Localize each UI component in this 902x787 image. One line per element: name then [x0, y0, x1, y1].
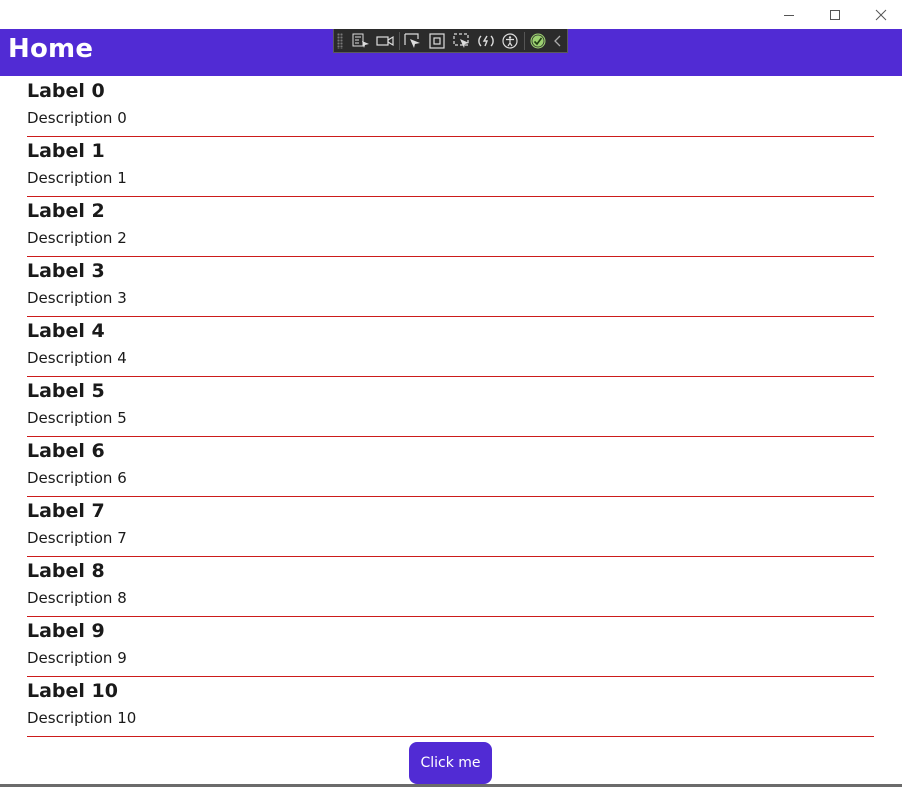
- collapse-toolbar-button[interactable]: [550, 30, 567, 52]
- item-description: Description 3: [27, 289, 127, 307]
- show-in-app-toolbar-button[interactable]: [373, 30, 397, 52]
- show-in-app-toolbar-icon: [376, 35, 394, 46]
- close-button[interactable]: [858, 0, 902, 29]
- toolbar-separator: [523, 31, 525, 50]
- accessibility-checker-button[interactable]: [498, 30, 522, 52]
- no-issues-checkmark-icon: [530, 33, 546, 48]
- list-item[interactable]: Label 9 Description 9: [27, 617, 874, 677]
- list-item[interactable]: Label 6 Description 6: [27, 437, 874, 497]
- no-issues-status-button[interactable]: [526, 30, 550, 52]
- display-layout-adorners-icon: [429, 32, 445, 49]
- item-description: Description 6: [27, 469, 127, 487]
- list-item[interactable]: Label 2 Description 2: [27, 197, 874, 257]
- item-label: Label 9: [27, 620, 105, 642]
- item-description: Description 9: [27, 649, 127, 667]
- window-titlebar: [0, 0, 902, 29]
- hot-reload-icon: [478, 35, 494, 46]
- collapse-chevron-icon: [554, 35, 561, 46]
- go-to-live-visual-tree-icon: [352, 33, 369, 48]
- go-to-live-visual-tree-button[interactable]: [349, 30, 373, 52]
- minimize-button[interactable]: [766, 0, 812, 29]
- item-label: Label 8: [27, 560, 105, 582]
- hot-reload-button[interactable]: [474, 30, 498, 52]
- accessibility-checker-icon: [502, 32, 519, 49]
- list-item[interactable]: Label 10 Description 10: [27, 677, 874, 737]
- item-label: Label 5: [27, 380, 105, 402]
- item-description: Description 4: [27, 349, 127, 367]
- track-focused-element-button[interactable]: [449, 30, 473, 52]
- item-description: Description 5: [27, 409, 127, 427]
- close-icon: [875, 9, 887, 20]
- page-title: Home: [8, 34, 94, 64]
- item-description: Description 7: [27, 529, 127, 547]
- item-label: Label 10: [27, 680, 118, 702]
- item-description: Description 10: [27, 709, 137, 727]
- item-label: Label 7: [27, 500, 105, 522]
- click-me-button[interactable]: Click me: [409, 742, 492, 784]
- item-description: Description 8: [27, 589, 127, 607]
- list-item[interactable]: Label 4 Description 4: [27, 317, 874, 377]
- list-item[interactable]: Label 7 Description 7: [27, 497, 874, 557]
- item-description: Description 2: [27, 229, 127, 247]
- maximize-icon: [830, 9, 840, 20]
- display-layout-adorners-button[interactable]: [425, 30, 449, 52]
- list-item[interactable]: Label 0 Description 0: [27, 77, 874, 137]
- item-label: Label 2: [27, 200, 105, 222]
- item-description: Description 0: [27, 109, 127, 127]
- xaml-devtools-toolbar: [333, 29, 568, 53]
- list-item[interactable]: Label 1 Description 1: [27, 137, 874, 197]
- maximize-button[interactable]: [812, 0, 858, 29]
- select-element-icon: [404, 32, 420, 48]
- item-label: Label 3: [27, 260, 105, 282]
- item-description: Description 1: [27, 169, 127, 187]
- item-label: Label 1: [27, 140, 105, 162]
- item-label: Label 0: [27, 80, 105, 102]
- list-item[interactable]: Label 8 Description 8: [27, 557, 874, 617]
- minimize-icon: [784, 14, 794, 16]
- items-list: Label 0 Description 0 Label 1 Description 1…: [27, 77, 874, 737]
- track-focused-element-icon: [452, 32, 469, 48]
- select-element-button[interactable]: [400, 30, 424, 52]
- toolbar-separator: [398, 31, 400, 50]
- toolbar-grip-handle[interactable]: [337, 32, 343, 49]
- list-item[interactable]: Label 5 Description 5: [27, 377, 874, 437]
- item-label: Label 6: [27, 440, 105, 462]
- item-label: Label 4: [27, 320, 105, 342]
- list-item[interactable]: Label 3 Description 3: [27, 257, 874, 317]
